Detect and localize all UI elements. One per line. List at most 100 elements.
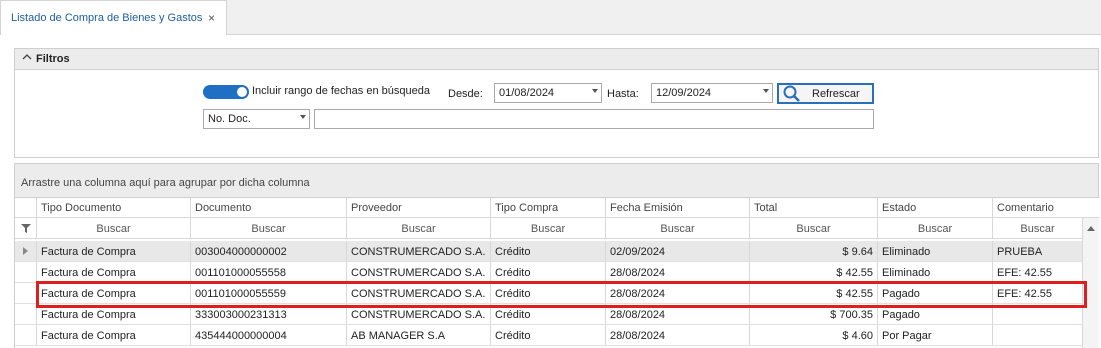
header-indicator bbox=[15, 198, 37, 217]
filter-cell-documento[interactable]: Buscar bbox=[191, 218, 347, 238]
cell-total[interactable]: $ 9.64 bbox=[750, 241, 878, 261]
filters-header[interactable]: Filtros bbox=[14, 48, 1099, 70]
cell-value: $ 9.64 bbox=[842, 246, 873, 258]
highlight-box bbox=[36, 281, 1087, 308]
desde-date-picker[interactable]: 01/08/2024 bbox=[494, 83, 602, 103]
cell-proveedor[interactable]: AB MANAGER S.A bbox=[347, 325, 491, 345]
cell-total[interactable]: $ 42.55 bbox=[750, 262, 878, 282]
cell-comentario[interactable]: PRUEBA bbox=[993, 241, 1082, 261]
column-header-label: Estado bbox=[882, 202, 917, 214]
filters-title: Filtros bbox=[36, 53, 70, 65]
cell-value: $ 700.35 bbox=[830, 309, 873, 321]
hasta-date-picker[interactable]: 12/09/2024 bbox=[651, 83, 773, 103]
chevron-down-icon[interactable] bbox=[592, 89, 598, 93]
cell-value: $ 4.60 bbox=[842, 330, 873, 342]
table-row[interactable]: Factura de Compra 001101000055558 CONSTRUM… bbox=[15, 262, 1082, 283]
cell-estado[interactable]: Eliminado bbox=[878, 241, 993, 261]
close-icon[interactable]: × bbox=[208, 11, 215, 25]
tab-title[interactable]: Listado de Compra de Bienes y Gastos bbox=[11, 12, 202, 24]
filter-icon[interactable] bbox=[15, 218, 37, 238]
cell-proveedor[interactable]: CONSTRUMERCADO S.A. bbox=[347, 241, 491, 261]
group-panel[interactable]: Arrastre una columna aquí para agrupar p… bbox=[14, 163, 1099, 198]
cell-value: $ 42.55 bbox=[836, 267, 873, 279]
cell-comentario[interactable] bbox=[993, 325, 1082, 345]
column-header-tipo-compra[interactable]: Tipo Compra bbox=[491, 198, 606, 217]
refresh-label: Refrescar bbox=[812, 88, 860, 100]
table-row[interactable]: Factura de Compra 003004000000002 CONSTRUM… bbox=[15, 241, 1082, 262]
filter-cell-tipo-documento[interactable]: Buscar bbox=[37, 218, 191, 238]
filter-placeholder: Buscar bbox=[530, 223, 566, 235]
cell-total[interactable]: $ 4.60 bbox=[750, 325, 878, 345]
cell-value: CONSTRUMERCADO S.A. bbox=[351, 246, 486, 258]
cell-documento[interactable]: 003004000000002 bbox=[191, 241, 347, 261]
column-header-label: Documento bbox=[195, 202, 252, 214]
filter-cell-total[interactable]: Buscar bbox=[750, 218, 878, 238]
row-indicator[interactable] bbox=[15, 283, 37, 303]
tab-compras[interactable]: Listado de Compra de Bienes y Gastos × bbox=[0, 0, 227, 35]
cell-fecha-emision[interactable]: 28/08/2024 bbox=[606, 262, 750, 282]
search-field-select[interactable]: No. Doc. bbox=[203, 109, 310, 129]
column-header-comentario[interactable]: Comentario bbox=[993, 198, 1082, 217]
filter-cell-comentario[interactable]: Buscar bbox=[993, 218, 1082, 238]
filter-placeholder: Buscar bbox=[796, 223, 831, 235]
cell-documento[interactable]: 001101000055558 bbox=[191, 262, 347, 282]
chevron-down-icon[interactable] bbox=[763, 89, 769, 93]
table-row[interactable]: Factura de Compra 435444000000004 AB MANAG… bbox=[15, 325, 1082, 346]
cell-value: Factura de Compra bbox=[41, 267, 136, 279]
cell-fecha-emision[interactable]: 28/08/2024 bbox=[606, 325, 750, 345]
cell-value: 28/08/2024 bbox=[610, 309, 666, 321]
date-range-label: Incluir rango de fechas en búsqueda bbox=[252, 85, 430, 97]
cell-tipo-compra[interactable]: Crédito bbox=[491, 325, 606, 345]
search-icon bbox=[782, 85, 802, 105]
chevron-up-icon[interactable] bbox=[22, 52, 32, 65]
row-indicator[interactable] bbox=[15, 325, 37, 345]
filter-cell-tipo-compra[interactable]: Buscar bbox=[491, 218, 606, 238]
cell-value: Factura de Compra bbox=[41, 330, 136, 342]
cell-value: Eliminado bbox=[882, 246, 931, 258]
scroll-up-icon[interactable] bbox=[1087, 222, 1095, 234]
cell-value: 333003000231313 bbox=[195, 309, 287, 321]
date-range-toggle[interactable] bbox=[203, 85, 249, 99]
cell-proveedor[interactable]: CONSTRUMERCADO S.A. bbox=[347, 262, 491, 282]
refresh-button[interactable]: Refrescar bbox=[777, 83, 874, 104]
cell-documento[interactable]: 435444000000004 bbox=[191, 325, 347, 345]
cell-comentario[interactable]: EFE: 42.55 bbox=[993, 262, 1082, 282]
filter-cell-proveedor[interactable]: Buscar bbox=[347, 218, 491, 238]
column-header-label: Total bbox=[754, 202, 778, 214]
cell-tipo-documento[interactable]: Factura de Compra bbox=[37, 325, 191, 345]
column-header-documento[interactable]: Documento bbox=[191, 198, 347, 217]
row-indicator[interactable] bbox=[15, 304, 37, 324]
column-header-estado[interactable]: Estado bbox=[878, 198, 993, 217]
hasta-label: Hasta: bbox=[607, 88, 639, 100]
column-header-row: Tipo Documento Documento Proveedor Tipo Com… bbox=[15, 198, 1099, 218]
row-indicator[interactable] bbox=[15, 262, 37, 282]
filter-cell-estado[interactable]: Buscar bbox=[878, 218, 993, 238]
row-indicator-icon[interactable] bbox=[15, 241, 37, 261]
search-input[interactable] bbox=[314, 109, 874, 129]
cell-value: Crédito bbox=[495, 330, 531, 342]
column-header-fecha-emision[interactable]: Fecha Emisión bbox=[606, 198, 750, 217]
cell-tipo-compra[interactable]: Crédito bbox=[491, 262, 606, 282]
cell-value: CONSTRUMERCADO S.A. bbox=[351, 309, 486, 321]
column-header-total[interactable]: Total bbox=[750, 198, 878, 217]
chevron-down-icon[interactable] bbox=[300, 115, 306, 119]
cell-value: Crédito bbox=[495, 309, 531, 321]
column-header-tipo-documento[interactable]: Tipo Documento bbox=[37, 198, 191, 217]
filter-cell-fecha-emision[interactable]: Buscar bbox=[606, 218, 750, 238]
cell-tipo-documento[interactable]: Factura de Compra bbox=[37, 241, 191, 261]
filter-placeholder: Buscar bbox=[660, 223, 695, 235]
column-header-proveedor[interactable]: Proveedor bbox=[347, 198, 491, 217]
cell-value: 28/08/2024 bbox=[610, 267, 666, 279]
cell-fecha-emision[interactable]: 02/09/2024 bbox=[606, 241, 750, 261]
cell-value: CONSTRUMERCADO S.A. bbox=[351, 267, 486, 279]
cell-tipo-compra[interactable]: Crédito bbox=[491, 241, 606, 261]
cell-value: EFE: 42.55 bbox=[997, 267, 1053, 279]
cell-estado[interactable]: Eliminado bbox=[878, 262, 993, 282]
column-header-label: Fecha Emisión bbox=[610, 202, 683, 214]
cell-value: Factura de Compra bbox=[41, 309, 136, 321]
cell-value: Pagado bbox=[882, 309, 920, 321]
cell-tipo-documento[interactable]: Factura de Compra bbox=[37, 262, 191, 282]
cell-value: Crédito bbox=[495, 246, 531, 258]
cell-value: AB MANAGER S.A bbox=[351, 330, 446, 342]
cell-estado[interactable]: Por Pagar bbox=[878, 325, 993, 345]
